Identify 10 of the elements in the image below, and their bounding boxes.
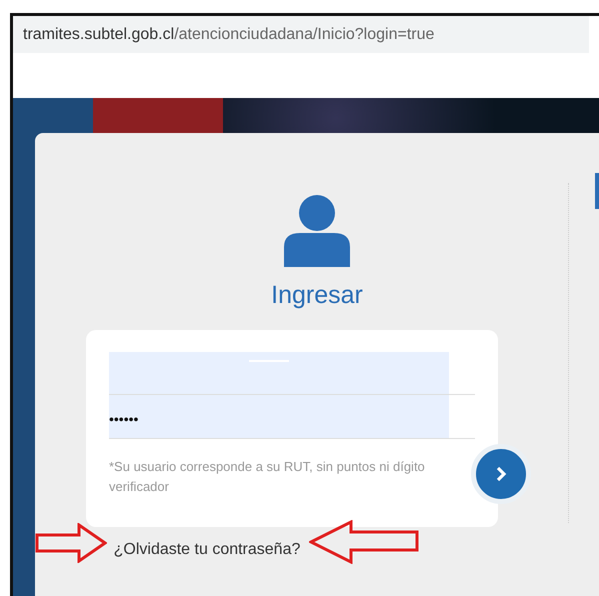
password-field[interactable]: •••••• [109,404,449,434]
arrow-annotation [35,523,107,563]
credentials-fields[interactable]: •••••• [109,352,475,439]
forgot-password-link[interactable]: ¿Olvidaste tu contraseña? [114,541,300,559]
hint-text: *Su usuario corresponde a su RUT, sin puntos ni dígito verificador [109,458,426,496]
scroll-indicator [595,173,599,209]
user-icon [284,195,350,267]
address-bar[interactable]: tramites.subtel.gob.cl/atencionciudadana/Inicio?login=true [13,16,589,53]
login-title: Ingresar [271,281,363,310]
chevron-right-icon [494,466,508,482]
